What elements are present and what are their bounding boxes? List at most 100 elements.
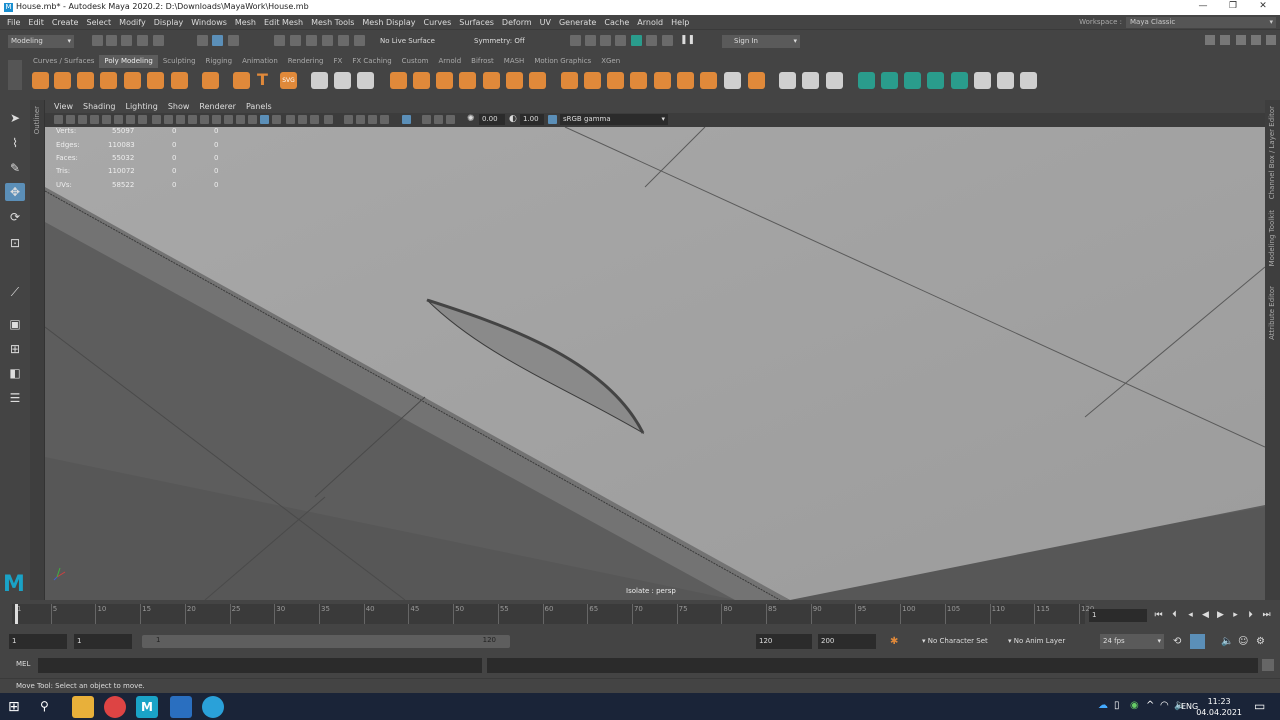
gamma-field[interactable]: 1.00 [520, 114, 544, 125]
type-text-icon[interactable]: T [257, 70, 268, 89]
safe-title-icon[interactable] [200, 115, 209, 124]
time-slider-bar[interactable]: 1 5 10 15 20 25 30 35 40 45 50 55 60 65 70 75 80 85 90 95 10… [12, 604, 1094, 624]
shelf-menu-icon[interactable] [8, 60, 22, 90]
menu-modify[interactable]: Modify [115, 18, 150, 27]
tool-settings-icon[interactable] [1236, 35, 1246, 45]
mirror-icon[interactable] [311, 72, 328, 89]
menu-edit-mesh[interactable]: Edit Mesh [260, 18, 307, 27]
outliner-toggle-icon[interactable] [1266, 35, 1276, 45]
step-forward-frame-icon[interactable]: ▸ [1230, 609, 1241, 622]
battery-icon[interactable]: ▯ [1114, 700, 1120, 711]
photos-icon[interactable] [170, 696, 192, 718]
live-surface-label[interactable]: No Live Surface [380, 37, 435, 45]
uv-editor-icon[interactable] [858, 72, 875, 89]
chrome-icon[interactable] [104, 696, 126, 718]
fill-hole-icon[interactable] [529, 72, 546, 89]
svg-icon[interactable]: SVG [280, 72, 297, 89]
delete-edge-icon[interactable] [724, 72, 741, 89]
animation-start-field[interactable]: 1 [9, 634, 67, 649]
poly-cone-icon[interactable] [100, 72, 117, 89]
open-scene-icon[interactable] [106, 35, 117, 46]
character-set-dropdown[interactable]: ▾ No Character Set [922, 637, 988, 645]
planar-map-icon[interactable] [904, 72, 921, 89]
channel-box-icon[interactable] [1251, 35, 1261, 45]
menu-uv[interactable]: UV [536, 18, 555, 27]
poly-torus-icon[interactable] [124, 72, 141, 89]
lasso-tool-icon[interactable]: ⌇ [5, 134, 25, 152]
animation-end-field[interactable]: 200 [818, 634, 876, 649]
snap-view-plane-icon[interactable] [322, 35, 333, 46]
poly-plane-icon[interactable] [147, 72, 164, 89]
hypershade-icon[interactable] [631, 35, 642, 46]
taskbar-clock[interactable]: 11:23 04.04.2021 [1196, 696, 1242, 718]
separate-icon[interactable] [413, 72, 430, 89]
film-gate-icon[interactable] [138, 115, 147, 124]
exposure-field[interactable]: 0.00 [479, 114, 505, 125]
xray-icon[interactable] [356, 115, 365, 124]
render-frame-icon[interactable] [570, 35, 581, 46]
cylindrical-map-icon[interactable] [927, 72, 944, 89]
viewport-persp[interactable] [45, 127, 1265, 600]
resolution-gate-icon[interactable] [152, 115, 161, 124]
search-icon[interactable]: ⚲ [40, 699, 49, 713]
paint-select-icon[interactable]: ✎ [5, 159, 25, 177]
snap-magnet-icon[interactable] [354, 35, 365, 46]
combine-icon[interactable] [390, 72, 407, 89]
mel-label[interactable]: MEL [16, 660, 30, 668]
current-time-marker[interactable] [15, 604, 18, 624]
go-to-start-icon[interactable]: ⏮ [1153, 609, 1164, 622]
snap-live-icon[interactable] [338, 35, 349, 46]
panel-menu-view[interactable]: View [49, 102, 78, 111]
multi-cut-icon[interactable] [779, 72, 796, 89]
poke-face-icon[interactable] [654, 72, 671, 89]
ambient-occlusion-icon[interactable] [298, 115, 307, 124]
workspace-dropdown[interactable]: Maya Classic ▾ [1126, 16, 1276, 28]
grid-icon[interactable] [126, 115, 135, 124]
tab-motion-graphics[interactable]: Motion Graphics [529, 55, 596, 68]
menu-deform[interactable]: Deform [498, 18, 536, 27]
tab-sculpting[interactable]: Sculpting [158, 55, 201, 68]
current-frame-field[interactable]: 1 [1089, 609, 1147, 622]
select-hierarchy-icon[interactable] [197, 35, 208, 46]
tab-custom[interactable]: Custom [397, 55, 434, 68]
preferences-icon[interactable]: ⚙ [1256, 636, 1265, 647]
step-back-key-icon[interactable]: ⏴ [1169, 609, 1180, 622]
cache-playback-icon[interactable] [1190, 634, 1205, 649]
exposure-icon[interactable] [422, 115, 431, 124]
bevel-icon[interactable] [607, 72, 624, 89]
select-object-icon[interactable] [212, 35, 223, 46]
wireframe-on-shaded-icon[interactable] [248, 115, 257, 124]
auto-seams-icon[interactable] [881, 72, 898, 89]
menu-edit[interactable]: Edit [24, 18, 48, 27]
notifications-icon[interactable]: ▭ [1254, 699, 1265, 713]
menu-select[interactable]: Select [82, 18, 115, 27]
pause-icon[interactable]: ❚❚ [680, 35, 695, 45]
rotate-tool-icon[interactable]: ⟳ [5, 208, 25, 226]
menu-mesh-tools[interactable]: Mesh Tools [307, 18, 358, 27]
tab-animation[interactable]: Animation [237, 55, 283, 68]
menu-help[interactable]: Help [667, 18, 693, 27]
outliner-layout-icon[interactable]: ☰ [5, 389, 25, 407]
boolean-intersection-icon[interactable] [506, 72, 523, 89]
bookmark-icon[interactable] [78, 115, 87, 124]
super-shape-icon[interactable] [233, 72, 250, 89]
boolean-union-icon[interactable] [459, 72, 476, 89]
play-backwards-icon[interactable]: ◀ [1200, 609, 1211, 622]
go-to-end-icon[interactable]: ⏭ [1261, 609, 1272, 622]
image-plane-icon[interactable] [90, 115, 99, 124]
mode-dropdown[interactable]: Modeling ▾ [8, 35, 74, 48]
panel-menu-lighting[interactable]: Lighting [120, 102, 162, 111]
safe-action-icon[interactable] [188, 115, 197, 124]
tab-xgen[interactable]: XGen [596, 55, 625, 68]
scale-tool-icon[interactable]: ⊡ [5, 234, 25, 252]
menu-generate[interactable]: Generate [555, 18, 600, 27]
modeling-toolkit-tab[interactable]: Modeling Toolkit [1268, 210, 1276, 266]
boolean-difference-icon[interactable] [483, 72, 500, 89]
xray-components-icon[interactable] [380, 115, 389, 124]
move-tool-icon[interactable]: ✥ [5, 183, 25, 201]
play-forwards-icon[interactable]: ▶ [1215, 609, 1226, 622]
nvidia-icon[interactable]: ◉ [1130, 700, 1139, 711]
save-scene-icon[interactable] [121, 35, 132, 46]
tab-mash[interactable]: MASH [499, 55, 530, 68]
tab-arnold[interactable]: Arnold [434, 55, 467, 68]
